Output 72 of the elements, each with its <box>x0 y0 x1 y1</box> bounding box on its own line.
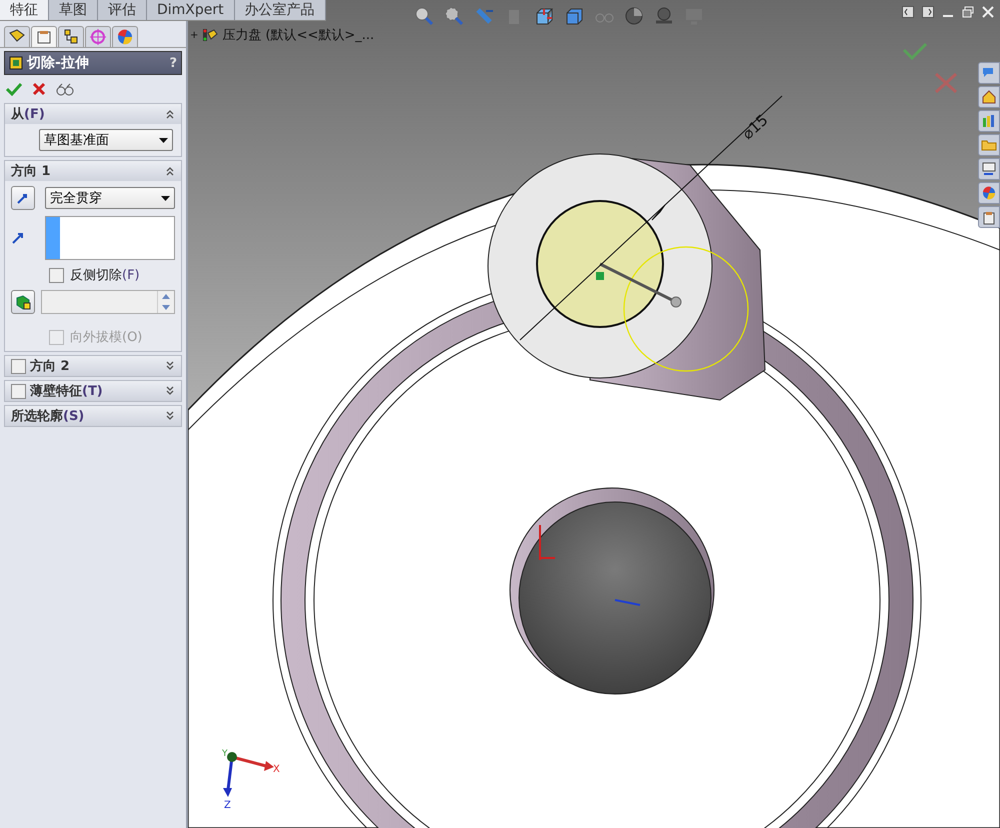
home-icon <box>981 89 997 105</box>
ok-icon[interactable] <box>6 82 22 96</box>
command-tab[interactable]: DimXpert <box>147 0 235 20</box>
task-pane-tab[interactable] <box>978 206 1000 228</box>
checkbox[interactable] <box>11 358 26 374</box>
clipboard-icon <box>981 209 997 225</box>
command-tab[interactable]: 特征 <box>0 0 49 20</box>
group-title: 薄壁特征(T) <box>30 382 103 400</box>
checkbox[interactable] <box>11 384 26 398</box>
scene-icon[interactable] <box>654 6 674 26</box>
task-pane-tab[interactable] <box>978 158 1000 180</box>
collapse-icon[interactable] <box>165 166 175 176</box>
draft-button[interactable] <box>11 290 35 314</box>
dropdown-caret-icon <box>161 196 170 200</box>
expand-icon[interactable]: + <box>190 30 198 40</box>
group-title: 方向 2 <box>30 358 70 375</box>
spin-down-icon[interactable] <box>162 305 170 310</box>
color-ball-icon <box>981 185 997 201</box>
manager-tab[interactable] <box>58 26 84 47</box>
checkbox[interactable] <box>49 268 64 282</box>
group-header[interactable]: 薄壁特征(T) <box>5 381 181 401</box>
sphere-icon[interactable] <box>624 6 644 26</box>
arrow-icon <box>16 191 30 205</box>
reverse-direction-button[interactable] <box>11 186 35 210</box>
direction-arrow-icon <box>11 231 25 245</box>
confirm-check-icon[interactable] <box>902 42 928 60</box>
group-header[interactable]: 方向 2 <box>5 356 181 376</box>
restore-icon[interactable] <box>962 6 974 18</box>
manager-tab[interactable] <box>4 26 30 47</box>
part-name[interactable]: 压力盘 (默认<<默认>_... <box>222 26 374 44</box>
group-title: 方向 1 <box>11 162 51 180</box>
group-title: 所选轮廓(S) <box>11 408 84 425</box>
dropdown-caret-icon <box>159 138 168 142</box>
flip-side-label: 反侧切除(F) <box>70 267 140 284</box>
direction-selection-field[interactable] <box>44 216 175 260</box>
spin-up-icon[interactable] <box>162 294 170 299</box>
tile-right-icon[interactable] <box>922 6 934 18</box>
expand-icon[interactable] <box>165 411 175 421</box>
command-tab[interactable]: 评估 <box>98 0 147 20</box>
display-tab-icon <box>115 27 135 47</box>
start-condition-dropdown[interactable]: 草图基准面 <box>39 129 173 151</box>
glasses-icon[interactable] <box>56 82 74 96</box>
close-icon[interactable] <box>982 6 994 18</box>
coordinate-triad-drawing: X Y Z <box>222 749 280 811</box>
task-pane-tab[interactable] <box>978 182 1000 204</box>
diameter-dimension[interactable]: ⌀15 <box>738 110 772 143</box>
shaded-cube-icon[interactable] <box>564 6 584 26</box>
command-tab[interactable]: 办公室产品 <box>234 0 326 20</box>
command-tab[interactable]: 草图 <box>49 0 98 20</box>
task-pane-tab[interactable] <box>978 110 1000 132</box>
cancel-icon[interactable] <box>32 82 46 96</box>
collapse-icon[interactable] <box>165 109 175 119</box>
group-header[interactable]: 从(F) <box>5 104 181 124</box>
zoom-to-area-icon[interactable] <box>444 6 464 26</box>
draft-angle-field[interactable] <box>41 290 175 314</box>
end-condition-dropdown[interactable]: 完全贯穿 <box>45 187 175 209</box>
group-header[interactable]: 方向 1 <box>5 161 181 181</box>
expand-icon[interactable] <box>165 361 175 371</box>
feature-title: 切除-拉伸 <box>27 54 89 72</box>
help-button[interactable]: ? <box>169 56 177 70</box>
draft-outward-label: 向外拔模(O) <box>70 329 142 346</box>
part-icon <box>202 27 218 43</box>
group-title: 从(F) <box>11 106 45 123</box>
task-pane-tab[interactable] <box>978 86 1000 108</box>
draft-icon <box>15 294 31 310</box>
cube-view-icon[interactable] <box>534 6 554 26</box>
group-header[interactable]: 所选轮廓(S) <box>5 406 181 426</box>
tile-left-icon[interactable] <box>902 6 914 18</box>
feature-icon <box>9 56 23 70</box>
expand-icon[interactable] <box>165 386 175 396</box>
zoom-to-fit-icon[interactable] <box>414 6 434 26</box>
manager-tab[interactable] <box>31 26 57 47</box>
